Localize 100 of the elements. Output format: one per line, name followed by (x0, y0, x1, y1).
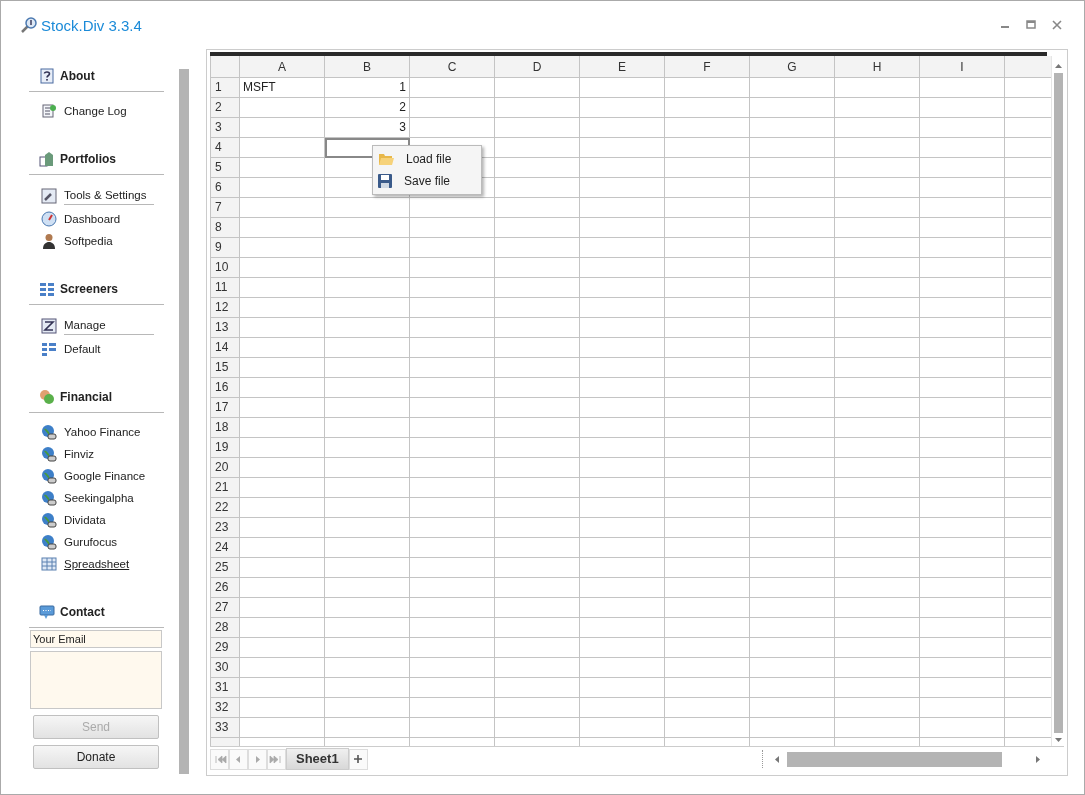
row-header[interactable]: 10 (211, 258, 240, 278)
globe-link-icon (41, 534, 57, 550)
row-header[interactable]: 16 (211, 378, 240, 398)
search-icon (20, 16, 38, 34)
column-header[interactable]: F (665, 56, 750, 78)
last-sheet-icon[interactable] (267, 748, 286, 770)
row-header[interactable]: 31 (211, 678, 240, 698)
menu-item[interactable]: Save file (373, 170, 481, 192)
section-title: Portfolios (60, 152, 116, 166)
row-header[interactable]: 1 (211, 78, 240, 98)
row-header[interactable]: 13 (211, 318, 240, 338)
sidebar-link[interactable]: Yahoo Finance (64, 426, 141, 438)
row-header[interactable]: 17 (211, 398, 240, 418)
column-header[interactable]: D (495, 56, 580, 78)
column-header[interactable]: I (920, 56, 1005, 78)
sidebar-link[interactable]: Finviz (64, 448, 95, 460)
menu-item[interactable]: Load file (373, 148, 481, 170)
sidebar-link[interactable]: Dividata (64, 514, 106, 526)
corner-cell[interactable] (211, 56, 240, 78)
speech-bubble-icon (39, 604, 55, 620)
document-plus-icon (41, 103, 57, 119)
down-arrow-icon[interactable] (1054, 738, 1062, 742)
row-header[interactable]: 18 (211, 418, 240, 438)
row-header[interactable]: 29 (211, 638, 240, 658)
row-header[interactable]: 9 (211, 238, 240, 258)
row-header[interactable]: 32 (211, 698, 240, 718)
row-header[interactable]: 21 (211, 478, 240, 498)
row-header[interactable]: 11 (211, 278, 240, 298)
sidebar-link[interactable]: Gurufocus (64, 536, 118, 548)
sidebar-link[interactable]: Spreadsheet (64, 558, 130, 570)
maximize-icon[interactable] (1026, 20, 1036, 30)
row-header[interactable]: 33 (211, 718, 240, 738)
row-header[interactable]: 15 (211, 358, 240, 378)
folder-icon (378, 152, 394, 166)
section-title: Contact (60, 605, 105, 619)
row-header[interactable]: 26 (211, 578, 240, 598)
next-sheet-icon[interactable] (248, 748, 267, 770)
message-field[interactable] (30, 651, 162, 709)
donate-button[interactable]: Donate (33, 745, 159, 769)
sidebar-link[interactable]: Dashboard (64, 213, 121, 225)
row-header[interactable]: 8 (211, 218, 240, 238)
table-cell: 1 (325, 78, 410, 98)
right-arrow-icon[interactable] (1036, 755, 1040, 763)
section-title: Financial (60, 390, 112, 404)
sidebar-link[interactable]: Manage (64, 319, 154, 335)
sidebar-link[interactable]: Change Log (64, 105, 127, 117)
table-cell: 3 (325, 118, 410, 138)
row-header[interactable]: 4 (211, 138, 240, 158)
table-icon (41, 556, 57, 572)
close-icon[interactable] (1052, 20, 1062, 30)
globe-link-icon (41, 468, 57, 484)
column-header[interactable]: E (580, 56, 665, 78)
grid-icon (39, 281, 55, 297)
row-header[interactable]: 25 (211, 558, 240, 578)
up-arrow-icon[interactable] (1054, 64, 1062, 68)
coins-icon (39, 389, 55, 405)
row-header[interactable]: 27 (211, 598, 240, 618)
email-field[interactable]: Your Email (30, 630, 162, 648)
sidebar-link[interactable]: Tools & Settings (64, 189, 154, 205)
scrollbar[interactable] (1051, 56, 1064, 746)
gauge-icon (41, 211, 57, 227)
question-mark-icon (39, 68, 55, 84)
table-cell: 2 (325, 98, 410, 118)
row-header[interactable]: 3 (211, 118, 240, 138)
column-header[interactable]: A (240, 56, 325, 78)
list-icon (41, 341, 57, 357)
row-header[interactable]: 14 (211, 338, 240, 358)
row-header[interactable]: 7 (211, 198, 240, 218)
row-header[interactable]: 22 (211, 498, 240, 518)
row-header[interactable]: 12 (211, 298, 240, 318)
row-header[interactable]: 23 (211, 518, 240, 538)
previous-sheet-icon[interactable] (229, 748, 248, 770)
row-header[interactable]: 28 (211, 618, 240, 638)
window-title: Stock.Div 3.3.4 (41, 16, 142, 34)
globe-link-icon (41, 512, 57, 528)
row-header[interactable]: 19 (211, 438, 240, 458)
column-header[interactable]: B (325, 56, 410, 78)
table-cell: MSFT (240, 78, 325, 98)
wrench-icon (41, 187, 57, 204)
row-header[interactable]: 20 (211, 458, 240, 478)
sidebar-link[interactable]: Default (64, 343, 101, 355)
row-header[interactable]: 30 (211, 658, 240, 678)
first-sheet-icon[interactable] (210, 748, 229, 770)
portfolio-icon (39, 151, 55, 167)
sidebar-link[interactable]: Seekingalpha (64, 492, 134, 504)
row-header[interactable]: 6 (211, 178, 240, 198)
column-header[interactable]: H (835, 56, 920, 78)
sidebar-link[interactable]: Softpedia (64, 235, 113, 247)
left-arrow-icon[interactable] (775, 755, 779, 763)
section-title: About (60, 69, 95, 83)
section-title: Screeners (60, 282, 119, 296)
globe-link-icon (41, 424, 57, 440)
letter-z-icon (41, 317, 57, 334)
sheet-tab[interactable]: Sheet1 (286, 748, 349, 770)
column-header[interactable]: G (750, 56, 835, 78)
row-header[interactable]: 2 (211, 98, 240, 118)
sidebar-link[interactable]: Google Finance (64, 470, 146, 482)
row-header[interactable]: 24 (211, 538, 240, 558)
row-header[interactable]: 5 (211, 158, 240, 178)
column-header[interactable]: C (410, 56, 495, 78)
